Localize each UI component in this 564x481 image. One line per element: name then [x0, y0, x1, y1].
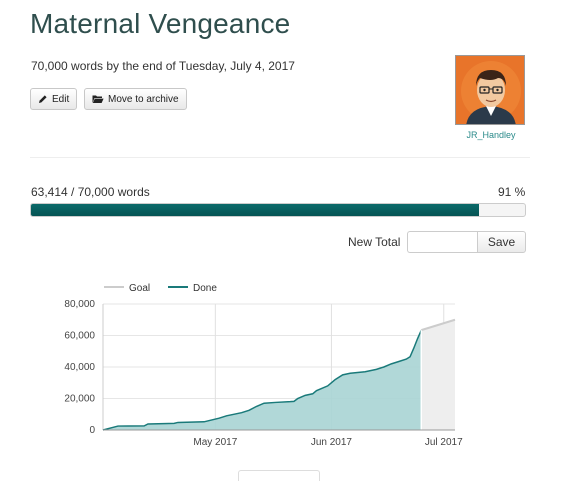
section-divider	[30, 157, 530, 158]
move-to-archive-button[interactable]: Move to archive	[84, 88, 187, 110]
edit-button[interactable]: Edit	[30, 88, 78, 110]
y-tick-label: 80,000	[64, 299, 95, 310]
x-tick-label: Jul 2017	[425, 437, 463, 448]
done-area	[103, 330, 422, 430]
avatar[interactable]	[455, 55, 525, 125]
legend-done-label: Done	[193, 283, 217, 294]
chart-footer-tab	[238, 470, 320, 481]
user-avatar-image	[456, 56, 524, 124]
goal-subtitle: 70,000 words by the end of Tuesday, July…	[31, 59, 295, 73]
progress-percent: 91 %	[498, 185, 526, 199]
new-total-label: New Total	[348, 235, 401, 249]
y-tick-label: 0	[89, 425, 95, 436]
progress-bar	[30, 203, 526, 217]
legend-goal-label: Goal	[129, 283, 150, 294]
username-link[interactable]: JR_Handley	[455, 130, 527, 140]
move-to-archive-label: Move to archive	[108, 93, 179, 105]
progress-label: 63,414 / 70,000 words	[31, 185, 150, 199]
save-button[interactable]: Save	[477, 231, 526, 253]
y-tick-label: 40,000	[64, 362, 95, 373]
edit-button-label: Edit	[52, 93, 70, 105]
x-tick-label: May 2017	[193, 437, 237, 448]
progress-bar-fill	[31, 204, 479, 216]
y-tick-label: 60,000	[64, 331, 95, 342]
pencil-icon	[39, 95, 47, 103]
x-tick-label: Jun 2017	[311, 437, 353, 448]
progress-chart: 80,000 60,000 40,000 20,000 0 May 2017 Jun 201…	[64, 283, 463, 448]
goal-area	[421, 319, 455, 430]
page-title: Maternal Vengeance	[30, 8, 291, 39]
y-tick-label: 20,000	[64, 394, 95, 405]
folder-open-icon	[92, 95, 104, 103]
new-total-input[interactable]	[407, 231, 477, 253]
